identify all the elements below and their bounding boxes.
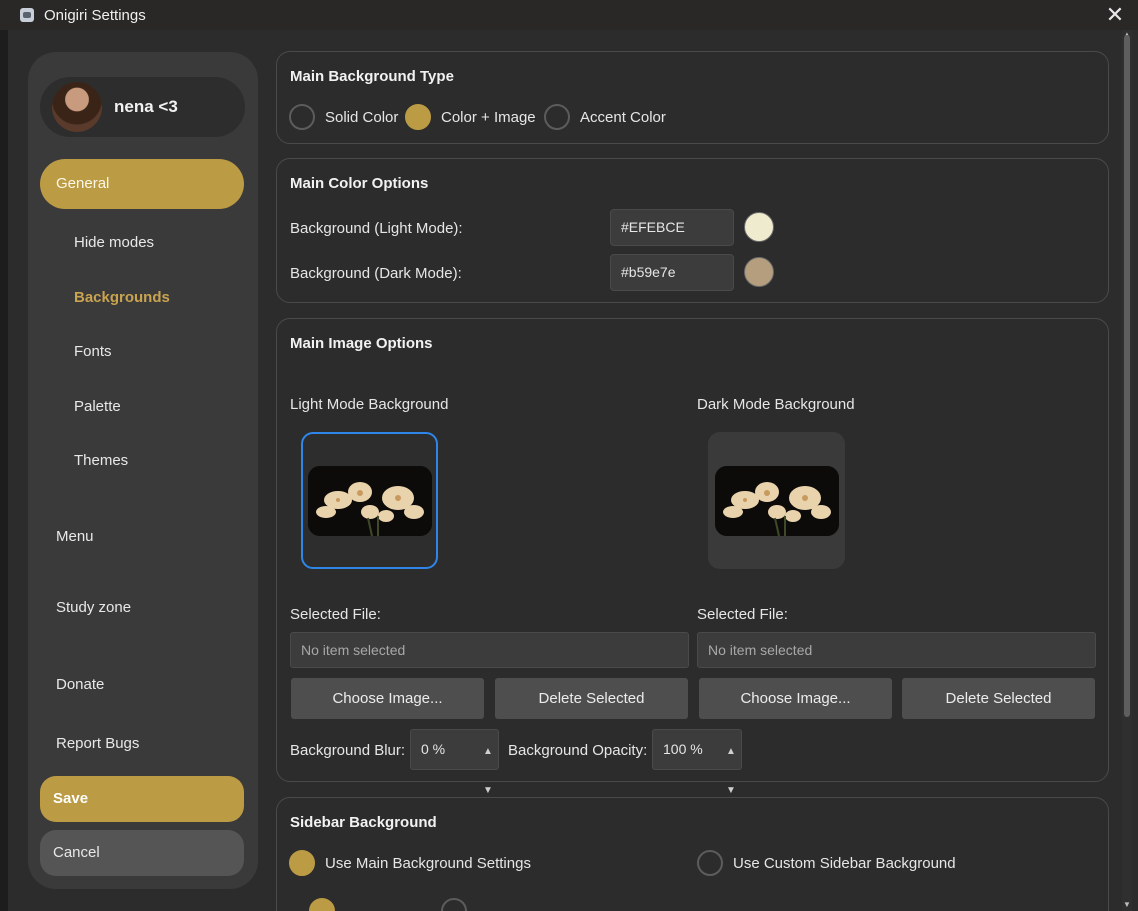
scroll-thumb[interactable]: [1124, 35, 1130, 717]
sidebar-item-themes[interactable]: Themes: [74, 452, 128, 469]
blur-value: 0 %: [421, 741, 446, 757]
radio-use-main-background[interactable]: Use Main Background Settings: [289, 850, 531, 876]
sidebar-item-donate[interactable]: Donate: [56, 676, 104, 693]
spin-arrows[interactable]: ▲ ▼: [723, 732, 739, 796]
radio-label: Accent Color: [580, 108, 666, 126]
choose-image-button-light[interactable]: Choose Image...: [291, 678, 484, 719]
sidebar: nena <3 General Hide modes Backgrounds F…: [28, 52, 258, 889]
selected-file-label-light: Selected File:: [290, 606, 381, 623]
vertical-scrollbar[interactable]: ▲ ▼: [1122, 30, 1132, 911]
profile-name: nena <3: [114, 97, 178, 116]
light-mode-image-thumbnail[interactable]: [301, 432, 438, 569]
selected-file-label-dark: Selected File:: [697, 606, 788, 623]
spin-arrows[interactable]: ▲ ▼: [480, 732, 496, 796]
window-title: Onigiri Settings: [44, 6, 146, 24]
profile-card: nena <3: [40, 77, 245, 137]
close-icon: ✕: [1105, 2, 1125, 27]
radio-sub-option-1[interactable]: [309, 898, 335, 911]
radio-indicator[interactable]: [544, 104, 570, 130]
dark-mode-background-label: Dark Mode Background: [697, 396, 855, 413]
panel-title: Main Image Options: [290, 335, 433, 352]
radio-sub-option-2[interactable]: [441, 898, 467, 911]
sidebar-item-hide-modes[interactable]: Hide modes: [74, 234, 154, 251]
radio-use-custom-sidebar[interactable]: Use Custom Sidebar Background: [697, 850, 956, 876]
radio-indicator[interactable]: [405, 104, 431, 130]
radio-indicator[interactable]: [289, 104, 315, 130]
save-button[interactable]: Save: [40, 776, 244, 822]
radio-label: Use Main Background Settings: [325, 854, 531, 872]
avatar: [52, 82, 102, 132]
panel-title: Main Background Type: [290, 68, 454, 85]
background-opacity-label: Background Opacity:: [508, 742, 648, 759]
background-opacity-spinbox[interactable]: 100 % ▲ ▼: [652, 729, 742, 796]
sidebar-item-report-bugs[interactable]: Report Bugs: [56, 735, 139, 752]
cancel-button[interactable]: Cancel: [40, 830, 244, 876]
radio-label: Use Custom Sidebar Background: [733, 854, 956, 872]
settings-window: nena <3 General Hide modes Backgrounds F…: [8, 30, 1138, 911]
radio-indicator[interactable]: [289, 850, 315, 876]
flower-image: [714, 465, 839, 536]
panel-title: Main Color Options: [290, 175, 429, 192]
radio-label: Color + Image: [441, 108, 536, 126]
radio-indicator[interactable]: [697, 850, 723, 876]
delete-selected-button-light[interactable]: Delete Selected: [495, 678, 688, 719]
light-mode-background-label: Light Mode Background: [290, 396, 449, 413]
light-mode-color-swatch[interactable]: [744, 212, 774, 242]
main-color-options-panel: Main Color Options Background (Light Mod…: [276, 158, 1109, 303]
dark-mode-bg-label: Background (Dark Mode):: [290, 265, 462, 282]
sidebar-background-panel: Sidebar Background Use Main Background S…: [276, 797, 1109, 911]
sidebar-item-backgrounds[interactable]: Backgrounds: [74, 289, 170, 306]
light-mode-bg-label: Background (Light Mode):: [290, 220, 463, 237]
main-image-options-panel: Main Image Options Light Mode Background…: [276, 318, 1109, 796]
dark-mode-color-swatch[interactable]: [744, 257, 774, 287]
sidebar-item-palette[interactable]: Palette: [74, 398, 121, 415]
main-background-type-panel: Main Background Type Solid Color Color +…: [276, 51, 1109, 144]
sidebar-item-study-zone[interactable]: Study zone: [56, 599, 131, 616]
chevron-up-icon[interactable]: ▲: [726, 732, 736, 771]
chevron-up-icon[interactable]: ▲: [483, 732, 493, 771]
delete-selected-button-dark[interactable]: Delete Selected: [902, 678, 1095, 719]
choose-image-button-dark[interactable]: Choose Image...: [699, 678, 892, 719]
sidebar-item-fonts[interactable]: Fonts: [74, 343, 112, 360]
light-file-field[interactable]: No item selected: [290, 632, 689, 668]
dark-mode-image-thumbnail[interactable]: [708, 432, 845, 569]
flower-image: [307, 465, 432, 536]
sidebar-item-menu[interactable]: Menu: [56, 528, 94, 545]
radio-accent-color[interactable]: Accent Color: [544, 104, 666, 130]
radio-indicator[interactable]: [309, 898, 335, 911]
dark-file-field[interactable]: No item selected: [697, 632, 1096, 668]
dark-mode-color-input[interactable]: #b59e7e: [610, 254, 734, 291]
opacity-value: 100 %: [663, 741, 703, 757]
sidebar-item-general[interactable]: General: [40, 159, 244, 209]
background-blur-spinbox[interactable]: 0 % ▲ ▼: [410, 729, 499, 796]
scroll-down-icon[interactable]: ▼: [1123, 900, 1131, 909]
app-icon: [20, 8, 34, 22]
radio-label: Solid Color: [325, 108, 399, 126]
background-blur-label: Background Blur:: [290, 742, 406, 759]
radio-indicator[interactable]: [441, 898, 467, 911]
close-button[interactable]: ✕: [1102, 2, 1128, 28]
light-mode-color-input[interactable]: #EFEBCE: [610, 209, 734, 246]
radio-solid-color[interactable]: Solid Color: [289, 104, 398, 130]
radio-color-image[interactable]: Color + Image: [405, 104, 536, 130]
title-bar: Onigiri Settings ✕: [0, 0, 1138, 30]
panel-title: Sidebar Background: [290, 814, 437, 831]
